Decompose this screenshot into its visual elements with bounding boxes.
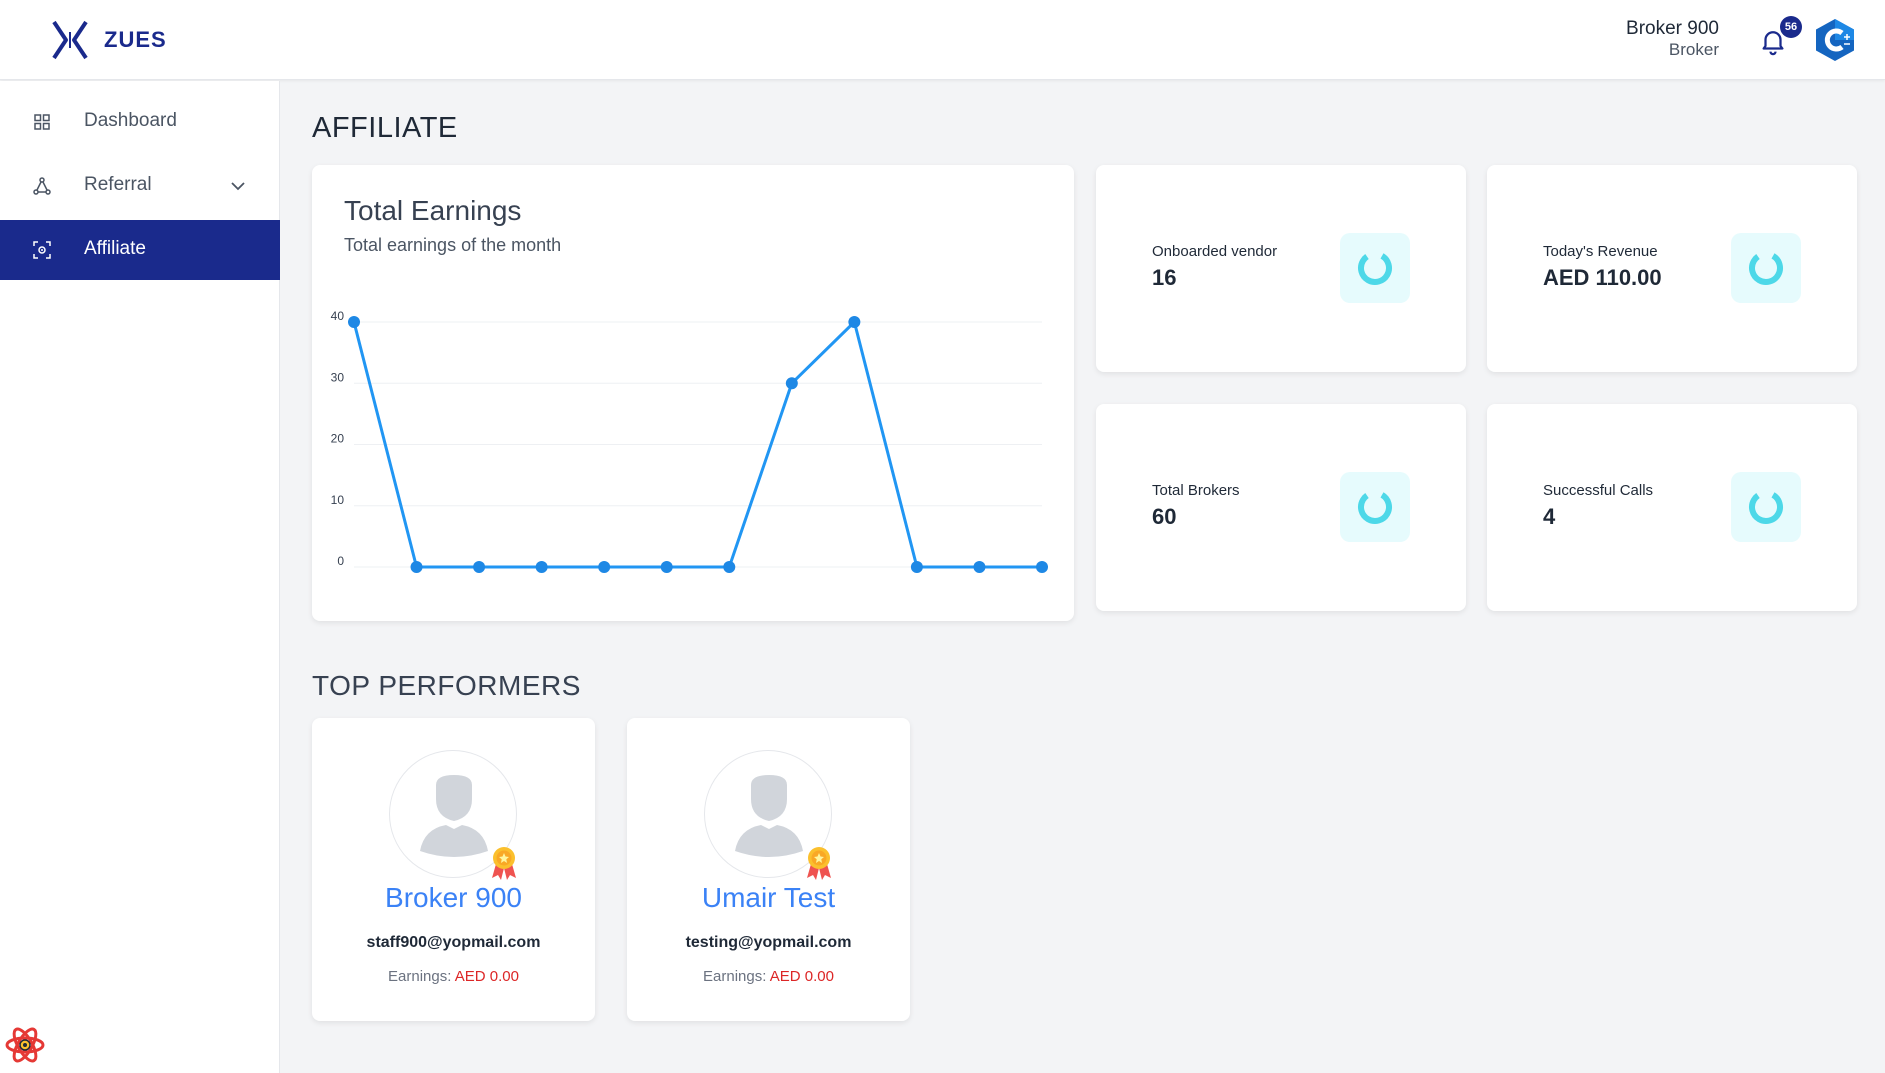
brand[interactable]: ZUES: [50, 18, 167, 62]
data-point[interactable]: [473, 561, 486, 573]
stat-value: AED 110.00: [1543, 265, 1662, 290]
y-tick-label: 0: [337, 554, 344, 568]
earnings-chart-card: Total Earnings Total earnings of the mon…: [312, 165, 1074, 621]
affiliate-icon: [33, 241, 51, 259]
data-point[interactable]: [598, 561, 611, 573]
stat-label: Successful Calls: [1543, 482, 1654, 499]
y-tick-label: 10: [331, 493, 345, 507]
ring-chart-icon: [1749, 490, 1783, 524]
medal-icon: [807, 847, 831, 880]
user-role: Broker: [1668, 40, 1719, 59]
y-tick-label: 30: [331, 370, 345, 384]
sidebar-item-label: Dashboard: [84, 110, 177, 131]
ring-chart-icon: [1358, 251, 1392, 285]
stat-label: Onboarded vendor: [1152, 243, 1278, 260]
stat-label: Today's Revenue: [1543, 243, 1658, 260]
stat-icon-box: [1731, 472, 1801, 542]
logo-icon: [52, 20, 88, 60]
stat-label: Total Brokers: [1152, 482, 1240, 499]
stat-card-successful-calls: Successful Calls 4: [1487, 404, 1857, 611]
performer-name: Broker 900: [385, 882, 522, 913]
performer-earnings: Earnings: AED 0.00: [627, 968, 910, 985]
stat-value: 4: [1543, 504, 1556, 529]
user-name: Broker 900: [1626, 18, 1719, 39]
performer-email: staff900@yopmail.com: [366, 934, 541, 951]
data-point[interactable]: [660, 561, 673, 573]
data-point[interactable]: [410, 561, 423, 573]
sidebar-item-affiliate[interactable]: Affiliate: [0, 220, 280, 280]
chevron-down-icon[interactable]: [228, 176, 248, 196]
sidebar: Dashboard Referral Affiliate: [0, 81, 280, 1073]
performer-earnings: Earnings: AED 0.00: [312, 968, 595, 985]
sidebar-item-label: Referral: [84, 174, 152, 195]
ring-chart-icon: [1358, 490, 1392, 524]
network-icon: [33, 177, 51, 195]
user-info[interactable]: Broker 900 Broker: [1626, 18, 1719, 60]
data-point[interactable]: [1036, 561, 1048, 573]
avatar[interactable]: [1812, 17, 1858, 63]
stat-card-todays-revenue: Today's Revenue AED 110.00: [1487, 165, 1857, 372]
earnings-line-chart: 0 10 20 30 40: [331, 309, 1048, 573]
performer-card[interactable]: Broker 900 staff900@yopmail.com Earnings…: [312, 718, 595, 1021]
stat-card-onboarded-vendor: Onboarded vendor 16: [1096, 165, 1466, 372]
section-title-top-performers: TOP PERFORMERS: [312, 670, 581, 701]
stat-icon-box: [1340, 472, 1410, 542]
performer-card[interactable]: Umair Test testing@yopmail.com Earnings:…: [627, 718, 910, 1021]
medal-icon: [492, 847, 516, 880]
performer-name: Umair Test: [701, 882, 836, 913]
grid-icon: [34, 114, 50, 130]
stat-card-total-brokers: Total Brokers 60: [1096, 404, 1466, 611]
sidebar-item-referral[interactable]: Referral: [0, 156, 280, 216]
stat-icon-box: [1731, 233, 1801, 303]
y-tick-label: 20: [331, 432, 345, 446]
data-point[interactable]: [348, 316, 360, 328]
earnings-amount: AED 0.00: [769, 968, 834, 985]
earnings-amount: AED 0.00: [454, 968, 519, 985]
stat-icon-box: [1340, 233, 1410, 303]
data-point[interactable]: [535, 561, 548, 573]
react-devtools-icon[interactable]: [4, 1024, 46, 1066]
data-point[interactable]: [785, 377, 798, 390]
notification-badge: 56: [1780, 16, 1802, 38]
sidebar-item-dashboard[interactable]: Dashboard: [0, 92, 280, 152]
page-title: AFFILIATE: [312, 112, 458, 144]
brand-name: ZUES: [104, 27, 167, 52]
stat-value: 16: [1152, 265, 1177, 290]
earnings-label: Earnings:: [703, 968, 767, 985]
data-point[interactable]: [723, 561, 736, 573]
top-bar: ZUES Broker 900 Broker 56: [0, 0, 1885, 80]
stat-value: 60: [1152, 504, 1177, 529]
data-point[interactable]: [910, 561, 923, 573]
earnings-label: Earnings:: [388, 968, 452, 985]
data-point[interactable]: [848, 316, 861, 328]
y-tick-label: 40: [331, 309, 345, 323]
performer-email: testing@yopmail.com: [685, 934, 852, 951]
ring-chart-icon: [1749, 251, 1783, 285]
data-point[interactable]: [973, 561, 986, 573]
sidebar-item-label: Affiliate: [84, 238, 146, 259]
